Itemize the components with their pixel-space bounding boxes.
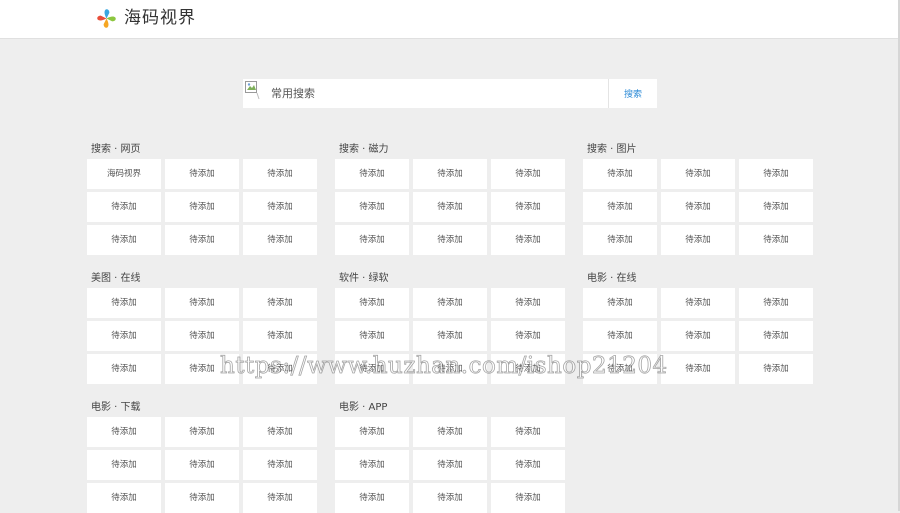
link-item[interactable]: 待添加	[583, 225, 657, 255]
link-item[interactable]: 待添加	[243, 321, 317, 351]
link-item[interactable]: 待添加	[661, 192, 735, 222]
link-item[interactable]: 待添加	[165, 417, 239, 447]
link-item[interactable]: 待添加	[87, 321, 161, 351]
link-item[interactable]: 待添加	[583, 192, 657, 222]
section-title: 电影 · APP	[339, 402, 388, 413]
link-item[interactable]: 待添加	[661, 288, 735, 318]
link-item[interactable]: 待添加	[335, 483, 409, 513]
link-item[interactable]: 待添加	[491, 354, 565, 384]
link-item[interactable]: 待添加	[491, 450, 565, 480]
link-item[interactable]: 待添加	[661, 159, 735, 189]
link-item[interactable]: 待添加	[165, 159, 239, 189]
link-item[interactable]: 待添加	[739, 321, 813, 351]
link-item[interactable]: 待添加	[87, 417, 161, 447]
link-item[interactable]: 待添加	[491, 288, 565, 318]
link-item[interactable]: 待添加	[413, 450, 487, 480]
link-item[interactable]: 待添加	[491, 417, 565, 447]
link-item[interactable]: 待添加	[335, 225, 409, 255]
link-item[interactable]: 待添加	[87, 450, 161, 480]
search-input[interactable]	[267, 83, 605, 104]
link-item[interactable]: 待添加	[661, 225, 735, 255]
link-item[interactable]: 待添加	[87, 483, 161, 513]
link-item[interactable]: 待添加	[335, 159, 409, 189]
section-title: 美图 · 在线	[91, 273, 141, 284]
link-item[interactable]: 待添加	[739, 159, 813, 189]
link-item[interactable]: 待添加	[583, 321, 657, 351]
link-item[interactable]: 海码视界	[87, 159, 161, 189]
link-item[interactable]: 待添加	[491, 225, 565, 255]
header: 海码视界	[0, 0, 898, 39]
link-item[interactable]: 待添加	[413, 483, 487, 513]
link-item[interactable]: 待添加	[739, 192, 813, 222]
link-item[interactable]: 待添加	[583, 288, 657, 318]
link-item[interactable]: 待添加	[583, 159, 657, 189]
link-item[interactable]: 待添加	[491, 483, 565, 513]
link-item[interactable]: 待添加	[243, 483, 317, 513]
link-item[interactable]: 待添加	[413, 225, 487, 255]
link-item[interactable]: 待添加	[243, 159, 317, 189]
link-item[interactable]: 待添加	[413, 354, 487, 384]
link-item[interactable]: 待添加	[165, 450, 239, 480]
link-item[interactable]: 待添加	[243, 354, 317, 384]
link-item[interactable]: 待添加	[413, 417, 487, 447]
section-title: 搜索 · 网页	[91, 144, 141, 155]
link-item[interactable]: 待添加	[661, 321, 735, 351]
section-title: 电影 · 在线	[587, 273, 637, 284]
pinwheel-logo-icon	[97, 9, 116, 28]
link-item[interactable]: 待添加	[335, 354, 409, 384]
link-item[interactable]: 待添加	[413, 192, 487, 222]
link-item[interactable]: 待添加	[491, 192, 565, 222]
link-item[interactable]: 待添加	[165, 321, 239, 351]
search-button[interactable]: 搜索	[608, 79, 657, 108]
link-item[interactable]: 待添加	[243, 288, 317, 318]
link-item[interactable]: 待添加	[335, 288, 409, 318]
section-title: 软件 · 绿软	[339, 273, 389, 284]
link-item[interactable]: 待添加	[87, 192, 161, 222]
link-item[interactable]: 待添加	[243, 225, 317, 255]
link-item[interactable]: 待添加	[335, 321, 409, 351]
link-item[interactable]: 待添加	[335, 417, 409, 447]
link-item[interactable]: 待添加	[165, 483, 239, 513]
broken-image-icon[interactable]	[245, 81, 261, 105]
link-item[interactable]: 待添加	[243, 450, 317, 480]
link-item[interactable]: 待添加	[413, 321, 487, 351]
section-title: 搜索 · 磁力	[339, 144, 389, 155]
link-item[interactable]: 待添加	[165, 192, 239, 222]
link-item[interactable]: 待添加	[87, 225, 161, 255]
link-item[interactable]: 待添加	[661, 354, 735, 384]
link-item[interactable]: 待添加	[413, 159, 487, 189]
site-logo-text[interactable]: 海码视界	[124, 7, 196, 30]
link-item[interactable]: 待添加	[739, 354, 813, 384]
link-item[interactable]: 待添加	[165, 225, 239, 255]
link-item[interactable]: 待添加	[87, 288, 161, 318]
link-item[interactable]: 待添加	[165, 288, 239, 318]
link-item[interactable]: 待添加	[739, 225, 813, 255]
link-item[interactable]: 待添加	[335, 450, 409, 480]
link-item[interactable]: 待添加	[87, 354, 161, 384]
link-item[interactable]: 待添加	[243, 417, 317, 447]
search-bar: 搜索	[243, 79, 657, 108]
link-item[interactable]: 待添加	[165, 354, 239, 384]
link-item[interactable]: 待添加	[583, 354, 657, 384]
link-item[interactable]: 待添加	[739, 288, 813, 318]
link-item[interactable]: 待添加	[491, 321, 565, 351]
link-item[interactable]: 待添加	[243, 192, 317, 222]
section-title: 电影 · 下载	[91, 402, 141, 413]
link-item[interactable]: 待添加	[491, 159, 565, 189]
link-item[interactable]: 待添加	[335, 192, 409, 222]
section-title: 搜索 · 图片	[587, 144, 637, 155]
link-item[interactable]: 待添加	[413, 288, 487, 318]
